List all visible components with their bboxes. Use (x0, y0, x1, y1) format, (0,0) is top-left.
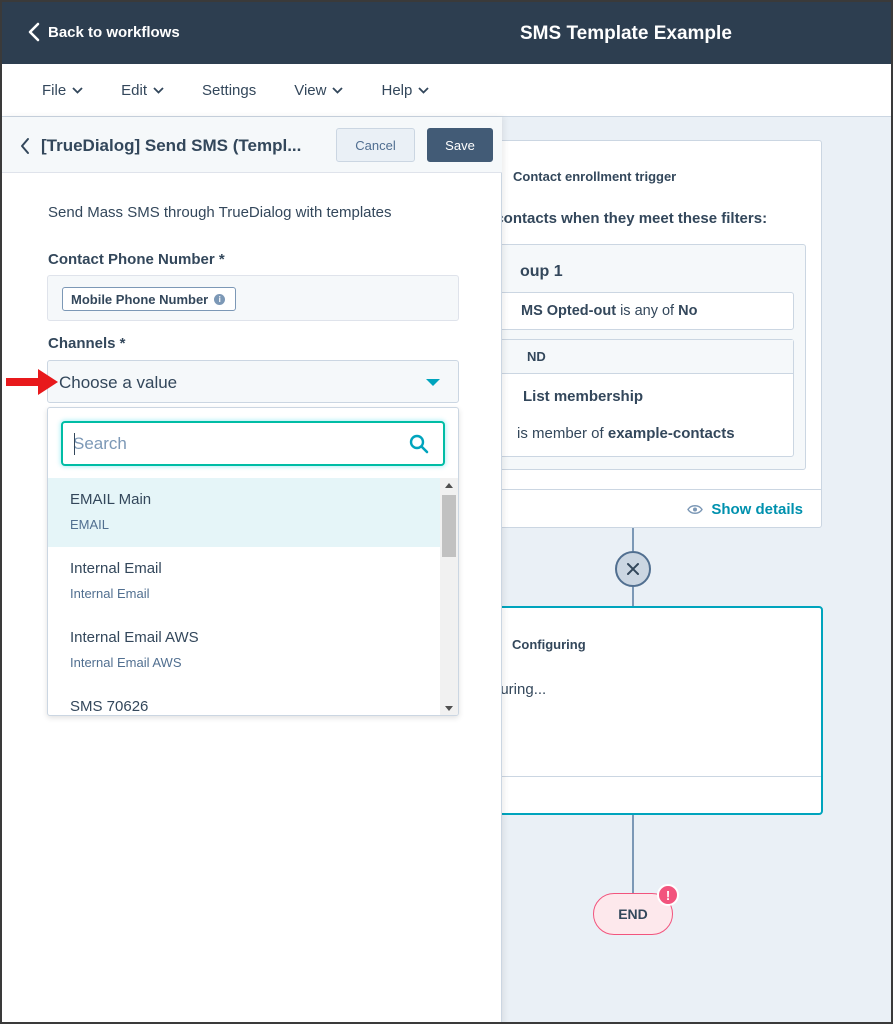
close-icon (627, 563, 639, 575)
phone-number-field[interactable]: Mobile Phone Number i (47, 275, 459, 321)
panel-title: [TrueDialog] Send SMS (Templ... (41, 136, 302, 155)
phone-number-label: Contact Phone Number * (48, 251, 225, 268)
action-description: Send Mass SMS through TrueDialog with te… (48, 204, 392, 221)
channels-select-value: Choose a value (59, 373, 178, 392)
app-frame: Back to workflows SMS Template Example F… (0, 0, 893, 1024)
phone-property-token[interactable]: Mobile Phone Number i (62, 287, 237, 311)
menu-edit[interactable]: Edit (121, 82, 164, 99)
filter-list-membership[interactable]: ND List membership is member of example-… (498, 339, 794, 457)
search-icon (409, 434, 429, 454)
search-box[interactable] (61, 421, 445, 466)
menu-help[interactable]: Help (381, 82, 429, 99)
arrow-right-icon (6, 369, 58, 395)
menu-edit-label: Edit (121, 81, 148, 99)
menu-help-label: Help (381, 81, 413, 99)
filter-operator: is any of (616, 303, 679, 319)
action-config-panel: [TrueDialog] Send SMS (Templ... Cancel S… (2, 117, 502, 1022)
trigger-subtitle: l contacts when they meet these filters: (487, 210, 768, 227)
connector-line (632, 815, 634, 893)
channels-select[interactable]: Choose a value (47, 360, 459, 403)
option-sublabel: Internal Email (70, 586, 150, 601)
option-internal-email-aws[interactable]: Internal Email AWS Internal Email AWS (48, 616, 440, 685)
option-email-main[interactable]: EMAIL Main EMAIL (48, 478, 440, 547)
scroll-down-icon[interactable] (445, 706, 453, 711)
config-card-footer (464, 776, 821, 813)
back-to-workflows-link[interactable]: Back to workflows (28, 22, 180, 42)
top-bar: Back to workflows SMS Template Example (2, 2, 891, 64)
and-separator: ND (499, 340, 793, 374)
chevron-down-icon (153, 86, 164, 94)
token-label: Mobile Phone Number (71, 291, 209, 307)
channel-options-list: EMAIL Main EMAIL Internal Email Internal… (48, 478, 440, 715)
search-input[interactable] (73, 432, 393, 456)
connector-line (632, 528, 634, 551)
text-cursor (74, 433, 75, 455)
save-button[interactable]: Save (427, 128, 493, 162)
menu-bar: File Edit Settings View Help (2, 64, 891, 117)
delete-action-button[interactable] (615, 551, 651, 587)
group-title: oup 1 (520, 263, 563, 280)
channels-dropdown: EMAIL Main EMAIL Internal Email Internal… (47, 407, 459, 716)
scroll-up-icon[interactable] (445, 483, 453, 488)
back-link-label: Back to workflows (48, 23, 180, 41)
menu-settings-label: Settings (202, 81, 257, 99)
enrollment-trigger-card[interactable]: Contact enrollment trigger l contacts wh… (462, 140, 822, 528)
workflow-title: SMS Template Example (520, 23, 732, 44)
option-label: Internal Email AWS (70, 629, 199, 646)
channels-label: Channels * (48, 335, 126, 352)
eye-icon (687, 505, 704, 514)
option-sms-70626[interactable]: SMS 70626 (48, 685, 440, 715)
trigger-title: Contact enrollment trigger (513, 169, 677, 184)
show-details-label: Show details (711, 501, 803, 518)
option-sublabel: EMAIL (70, 517, 110, 532)
filter-value: No (678, 303, 698, 319)
option-label: SMS 70626 (70, 698, 149, 715)
list-membership-label: List membership (523, 388, 644, 405)
option-sublabel: Internal Email AWS (70, 655, 182, 670)
config-title: Configuring (512, 637, 586, 652)
option-internal-email[interactable]: Internal Email Internal Email (48, 547, 440, 616)
filter-property: MS Opted-out (521, 303, 617, 319)
menu-settings[interactable]: Settings (202, 82, 256, 99)
member-of-condition: is member of example-contacts (517, 425, 735, 442)
connector-line (632, 587, 634, 606)
menu-view-label: View (294, 81, 327, 99)
filter-group: oup 1 MS Opted-out is any of No ND List … (487, 244, 806, 470)
option-label: Internal Email (70, 560, 162, 577)
chevron-left-icon (28, 22, 40, 42)
menu-file-label: File (42, 81, 67, 99)
filter-opted-out[interactable]: MS Opted-out is any of No (498, 292, 794, 330)
chevron-left-icon[interactable] (20, 137, 30, 155)
chevron-down-icon (72, 86, 83, 94)
member-value: example-contacts (607, 425, 735, 442)
menu-file[interactable]: File (42, 82, 83, 99)
show-details-link[interactable]: Show details (463, 489, 821, 527)
configuring-action-card[interactable]: Configuring guring... (462, 606, 823, 815)
caret-down-icon (426, 379, 440, 386)
dropdown-scrollbar[interactable] (440, 478, 458, 715)
chevron-down-icon (418, 86, 429, 94)
info-icon[interactable]: i (214, 293, 226, 305)
menu-view[interactable]: View (294, 81, 344, 99)
member-operator: is member of (517, 425, 608, 442)
option-label: EMAIL Main (70, 491, 152, 508)
panel-header: [TrueDialog] Send SMS (Templ... Cancel S… (2, 117, 502, 173)
cancel-button[interactable]: Cancel (336, 128, 415, 162)
chevron-down-icon (332, 86, 344, 94)
scrollbar-thumb[interactable] (442, 495, 456, 557)
error-badge: ! (657, 884, 679, 906)
